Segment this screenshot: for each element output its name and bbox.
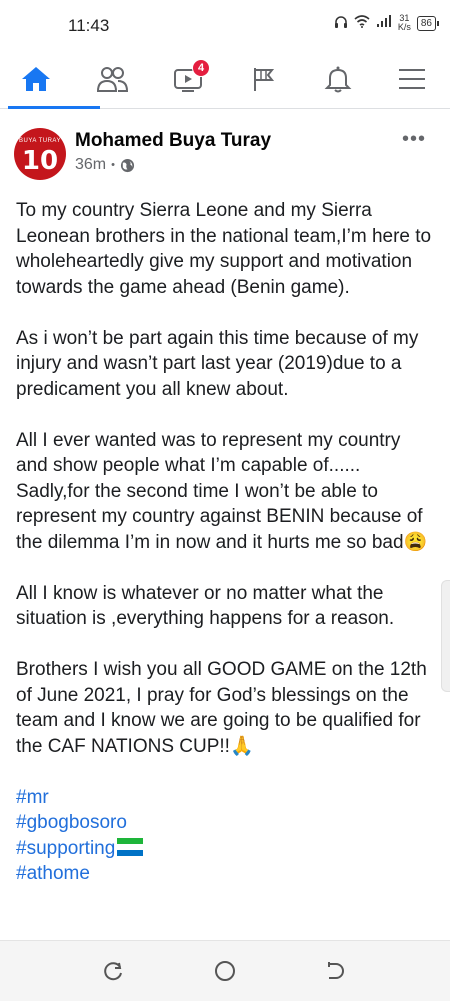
back-button[interactable] (322, 959, 346, 983)
sierra-leone-flag-icon (117, 837, 144, 856)
hashtag-text: #supporting (16, 837, 116, 859)
post-paragraph: To my country Sierra Leone and my Sierra… (16, 200, 432, 298)
recents-button[interactable] (102, 959, 126, 983)
flag-icon (254, 68, 275, 91)
watch-notification-badge: 4 (192, 59, 210, 77)
nav-menu[interactable] (380, 50, 444, 108)
menu-icon (399, 69, 425, 89)
back-icon (328, 962, 344, 979)
avatar-caption: BUYA TURAY (18, 138, 61, 144)
recents-icon (104, 962, 122, 981)
nav-friends[interactable] (80, 50, 144, 108)
nav-notifications[interactable] (306, 50, 370, 108)
meta-separator: • (111, 159, 115, 171)
wifi-icon (354, 15, 370, 31)
post-meta: 36m • (75, 156, 135, 174)
post-header: BUYA TURAY 10 Mohamed Buya Turay 36m • •… (0, 118, 450, 188)
home-icon (22, 67, 50, 91)
home-button[interactable] (213, 959, 237, 983)
post-paragraph: As i won’t be part again this time becau… (16, 327, 419, 400)
nav-pages[interactable] (232, 50, 296, 108)
hashtag-link[interactable]: #supporting (16, 836, 436, 862)
avatar[interactable]: BUYA TURAY 10 (14, 128, 66, 180)
post-author-name[interactable]: Mohamed Buya Turay (75, 130, 271, 152)
headphones-icon (334, 15, 348, 32)
network-speed-unit: K/s (397, 22, 411, 32)
nav-watch[interactable]: 4 (156, 50, 220, 108)
avatar-number: 10 (21, 146, 59, 176)
nav-home[interactable] (4, 50, 100, 109)
status-icons: 31 K/s 86 (334, 14, 440, 32)
post-body: To my country Sierra Leone and my Sierra… (16, 198, 436, 887)
hashtag-link[interactable]: #gbogbosoro (16, 810, 436, 836)
hashtag-link[interactable]: #athome (16, 861, 436, 887)
network-speed: 31 K/s (398, 14, 411, 32)
scroll-handle[interactable] (441, 580, 450, 692)
clock: 11:43 (68, 16, 110, 35)
status-bar: 11:43 31 K/s 86 (0, 0, 450, 50)
bell-icon (324, 66, 352, 93)
post-paragraph: All I know is whatever or no matter what… (16, 582, 395, 630)
hashtag-list: #mr #gbogbosoro #supporting #athome (16, 785, 436, 887)
hashtag-link[interactable]: #mr (16, 785, 436, 811)
post-paragraph: Brothers I wish you all GOOD GAME on the… (16, 659, 427, 757)
post-timestamp[interactable]: 36m (75, 156, 106, 174)
post-options-button[interactable]: ••• (402, 128, 426, 151)
top-nav-bar: 4 (0, 50, 450, 109)
signal-icon (376, 15, 392, 31)
battery-indicator: 86 (416, 15, 440, 31)
system-navigation-bar (0, 940, 450, 1001)
friends-icon (96, 67, 129, 92)
globe-icon (120, 158, 135, 172)
post-paragraph: All I ever wanted was to represent my co… (16, 429, 428, 553)
home-circle-icon (215, 961, 235, 981)
